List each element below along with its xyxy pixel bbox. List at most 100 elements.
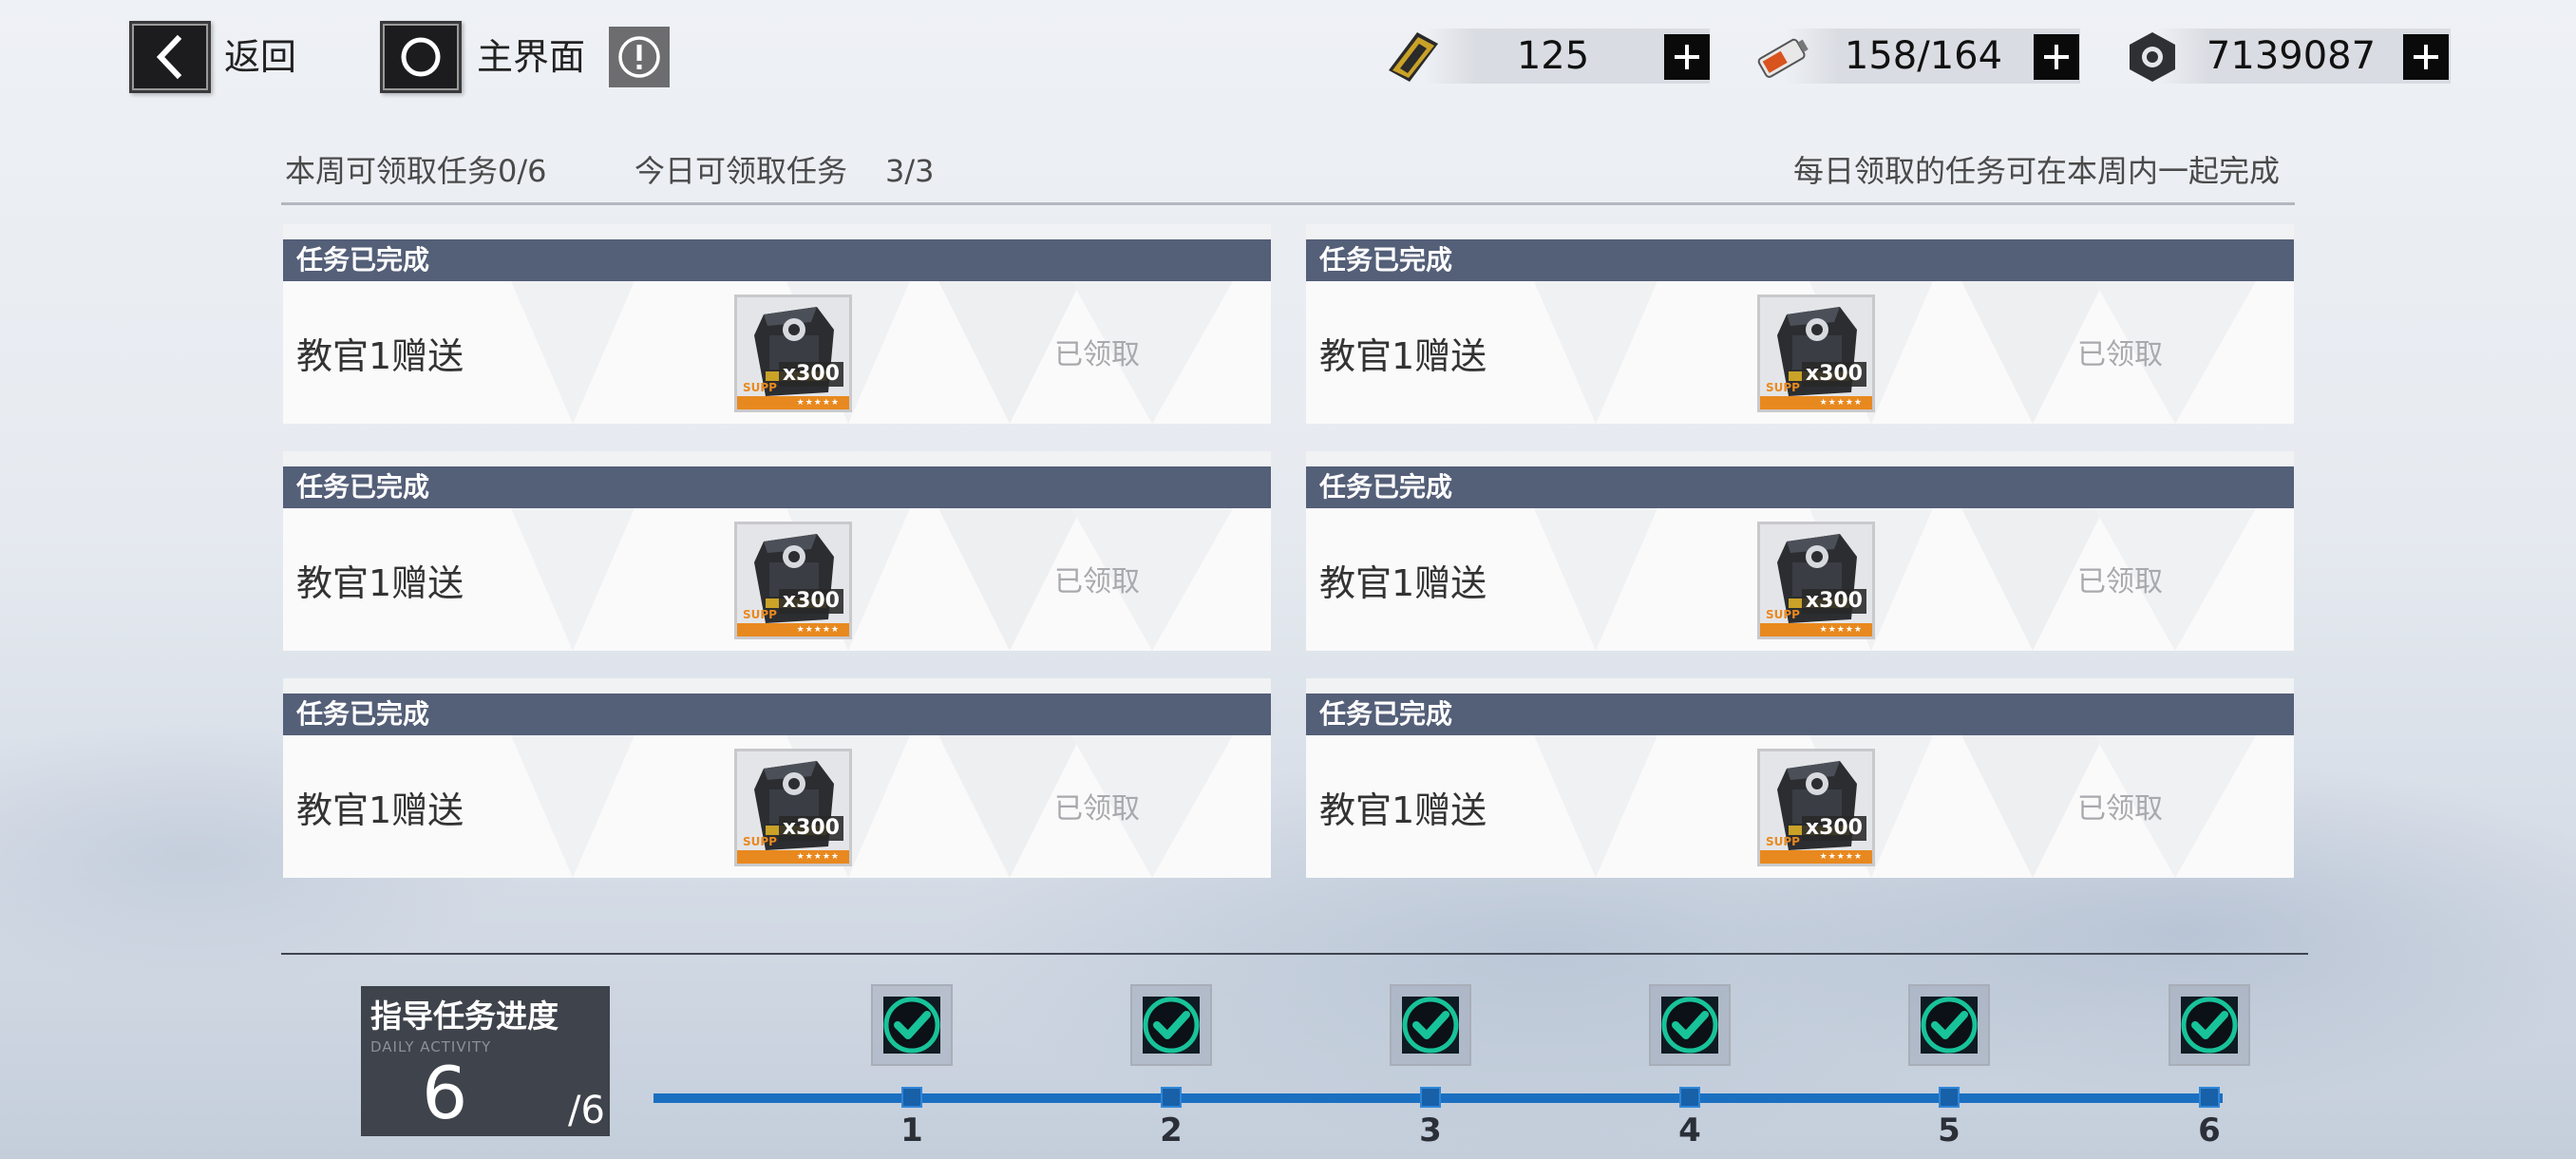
daily-task-label: 今日可领取任务 <box>635 153 848 189</box>
reward-quantity: x300 <box>1801 589 1866 614</box>
milestone-reward[interactable] <box>1390 984 1471 1066</box>
plus-icon <box>2414 45 2438 69</box>
milestone-marker <box>2201 1089 2218 1106</box>
circle-home-icon <box>401 37 441 77</box>
task-name: 教官1赠送 <box>296 335 464 377</box>
reward-tag: SUPP <box>743 835 777 848</box>
card-top-strip <box>1306 678 2294 694</box>
reward-item[interactable]: SUPP x300 ★★★★★ <box>734 749 852 866</box>
back-button[interactable] <box>129 21 211 93</box>
progress-panel: 指导任务进度 DAILY ACTIVITY 6 /6 <box>361 986 610 1136</box>
task-name: 教官1赠送 <box>1319 562 1487 604</box>
rarity-bar: ★★★★★ <box>1760 396 1872 409</box>
home-label[interactable]: 主界面 <box>477 34 585 80</box>
milestone-reward[interactable] <box>1908 984 1990 1066</box>
card-decoration <box>1534 508 2256 651</box>
milestone-marker <box>1163 1089 1180 1106</box>
reward-item[interactable]: SUPP x300 ★★★★★ <box>1757 294 1875 412</box>
reward-item[interactable]: SUPP x300 ★★★★★ <box>1757 749 1875 866</box>
card-top-strip <box>1306 224 2294 239</box>
check-icon <box>883 997 940 1054</box>
plus-icon <box>2044 45 2069 69</box>
bottom-divider <box>281 953 2308 955</box>
card-top-strip <box>1306 451 2294 466</box>
info-button[interactable] <box>609 27 670 87</box>
reward-item[interactable]: SUPP x300 ★★★★★ <box>734 522 852 639</box>
reward-quantity: x300 <box>778 816 843 841</box>
milestone-marker <box>1681 1089 1698 1106</box>
rarity-stars-icon: ★★★★★ <box>796 398 840 408</box>
task-name: 教官1赠送 <box>296 789 464 831</box>
reward-quantity: x300 <box>778 589 843 614</box>
plus-icon <box>1675 45 1699 69</box>
milestone-label: 2 <box>1160 1112 1183 1150</box>
rarity-bar: ★★★★★ <box>1760 623 1872 636</box>
card-decoration <box>511 735 1233 878</box>
reward-quantity: x300 <box>1801 362 1866 387</box>
card-top-strip <box>283 678 1271 694</box>
task-header: 任务已完成 <box>283 239 1271 281</box>
card-top-strip <box>283 224 1271 239</box>
rarity-stars-icon: ★★★★★ <box>1819 852 1863 862</box>
exclamation-icon <box>618 36 660 78</box>
task-header: 任务已完成 <box>1306 466 2294 508</box>
task-header: 任务已完成 <box>1306 239 2294 281</box>
reward-item[interactable]: SUPP x300 ★★★★★ <box>734 294 852 412</box>
task-card: 任务已完成 教官1赠送 SUPP x300 ★★★★★ 已领取 <box>1306 678 2294 878</box>
task-status-title: 任务已完成 <box>296 471 430 503</box>
check-icon <box>1143 997 1200 1054</box>
daily-task-value: 3/3 <box>885 153 935 189</box>
component-count: 7139087 <box>2206 34 2377 78</box>
rarity-stars-icon: ★★★★★ <box>1819 625 1863 635</box>
check-icon <box>1402 997 1459 1054</box>
task-status-title: 任务已完成 <box>1319 244 1453 276</box>
milestone-marker <box>903 1089 920 1106</box>
reward-tag: SUPP <box>743 381 777 394</box>
ticket-count: 125 <box>1516 34 1590 78</box>
milestone-reward[interactable] <box>871 984 953 1066</box>
rarity-bar: ★★★★★ <box>737 850 849 864</box>
battery-count: 158/164 <box>1844 34 2003 78</box>
reward-item[interactable]: SUPP x300 ★★★★★ <box>1757 522 1875 639</box>
task-status-title: 任务已完成 <box>1319 698 1453 730</box>
task-hint: 每日领取的任务可在本周内一起完成 <box>1793 153 2281 189</box>
card-decoration <box>1534 735 2256 878</box>
claim-status: 已领取 <box>2077 565 2163 598</box>
check-icon <box>2181 997 2238 1054</box>
milestone-reward[interactable] <box>1649 984 1731 1066</box>
milestone-marker <box>1422 1089 1439 1106</box>
battery-icon <box>1748 23 1816 91</box>
progress-current: 6 <box>422 1051 468 1135</box>
reward-tag: SUPP <box>1766 381 1800 394</box>
add-tickets-button[interactable] <box>1664 34 1710 80</box>
task-header: 任务已完成 <box>283 466 1271 508</box>
task-name: 教官1赠送 <box>1319 789 1487 831</box>
milestone-marker <box>1941 1089 1958 1106</box>
add-battery-button[interactable] <box>2034 34 2079 80</box>
reward-quantity: x300 <box>778 362 843 387</box>
reward-quantity: x300 <box>1801 816 1866 841</box>
home-button[interactable] <box>380 21 462 93</box>
claim-status: 已领取 <box>2077 792 2163 826</box>
back-label[interactable]: 返回 <box>224 34 296 80</box>
divider <box>281 202 2295 205</box>
rarity-stars-icon: ★★★★★ <box>796 852 840 862</box>
task-status-title: 任务已完成 <box>296 244 430 276</box>
weekly-task-count: 本周可领取任务0/6 <box>285 153 547 189</box>
task-card: 任务已完成 教官1赠送 SUPP x300 ★★★★★ 已领取 <box>283 678 1271 878</box>
add-components-button[interactable] <box>2403 34 2449 80</box>
milestone-label: 6 <box>2198 1112 2221 1150</box>
milestone-reward[interactable] <box>1130 984 1212 1066</box>
task-name: 教官1赠送 <box>1319 335 1487 377</box>
rarity-bar: ★★★★★ <box>737 396 849 409</box>
task-card: 任务已完成 教官1赠送 SUPP x300 ★★★★★ 已领取 <box>1306 451 2294 651</box>
card-decoration <box>1534 281 2256 424</box>
check-icon <box>1921 997 1978 1054</box>
milestone-reward[interactable] <box>2169 984 2250 1066</box>
gold-ticket-icon <box>1379 23 1448 91</box>
rarity-bar: ★★★★★ <box>1760 850 1872 864</box>
claim-status: 已领取 <box>1054 792 1140 826</box>
chevron-left-icon <box>156 34 182 80</box>
rarity-stars-icon: ★★★★★ <box>796 625 840 635</box>
claim-status: 已领取 <box>2077 338 2163 371</box>
